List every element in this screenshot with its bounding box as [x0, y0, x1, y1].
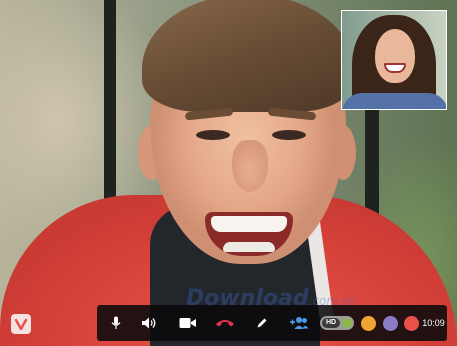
draw-button[interactable] — [251, 305, 273, 341]
caller-teeth — [223, 242, 275, 252]
speaker-button[interactable] — [137, 305, 161, 341]
caller-eye — [196, 130, 230, 140]
hd-status-dot — [342, 318, 352, 328]
video-camera-icon — [179, 318, 196, 328]
hd-toggle[interactable]: HD — [320, 316, 354, 330]
add-participant-button[interactable] — [285, 305, 313, 341]
caller-eye — [272, 130, 306, 140]
phone-hangup-icon — [216, 320, 234, 327]
end-call-button[interactable] — [211, 305, 239, 341]
color-swatch-red[interactable] — [404, 316, 419, 331]
add-user-icon — [290, 317, 309, 329]
caller-nose — [232, 140, 268, 192]
microphone-icon — [111, 316, 121, 329]
caller-hair — [142, 0, 354, 112]
video-toggle-button[interactable] — [175, 305, 201, 341]
color-swatch-orange[interactable] — [361, 316, 376, 331]
call-toolbar: HD 10:09 — [97, 305, 447, 341]
pen-icon — [257, 318, 267, 328]
hd-label: HD — [322, 318, 340, 328]
self-view-thumbnail[interactable] — [341, 10, 447, 110]
app-logo — [11, 314, 31, 334]
self-face — [375, 29, 415, 83]
speaker-icon — [142, 317, 156, 329]
self-shirt — [342, 93, 446, 109]
call-time: 10:09 — [422, 318, 445, 328]
background-post — [104, 0, 116, 205]
color-swatch-purple[interactable] — [383, 316, 398, 331]
video-call-window: Download.com.vn HD 10:09 — [0, 0, 457, 346]
mute-button[interactable] — [105, 305, 127, 341]
caller-teeth — [211, 216, 287, 232]
viber-logo-icon — [14, 318, 28, 331]
